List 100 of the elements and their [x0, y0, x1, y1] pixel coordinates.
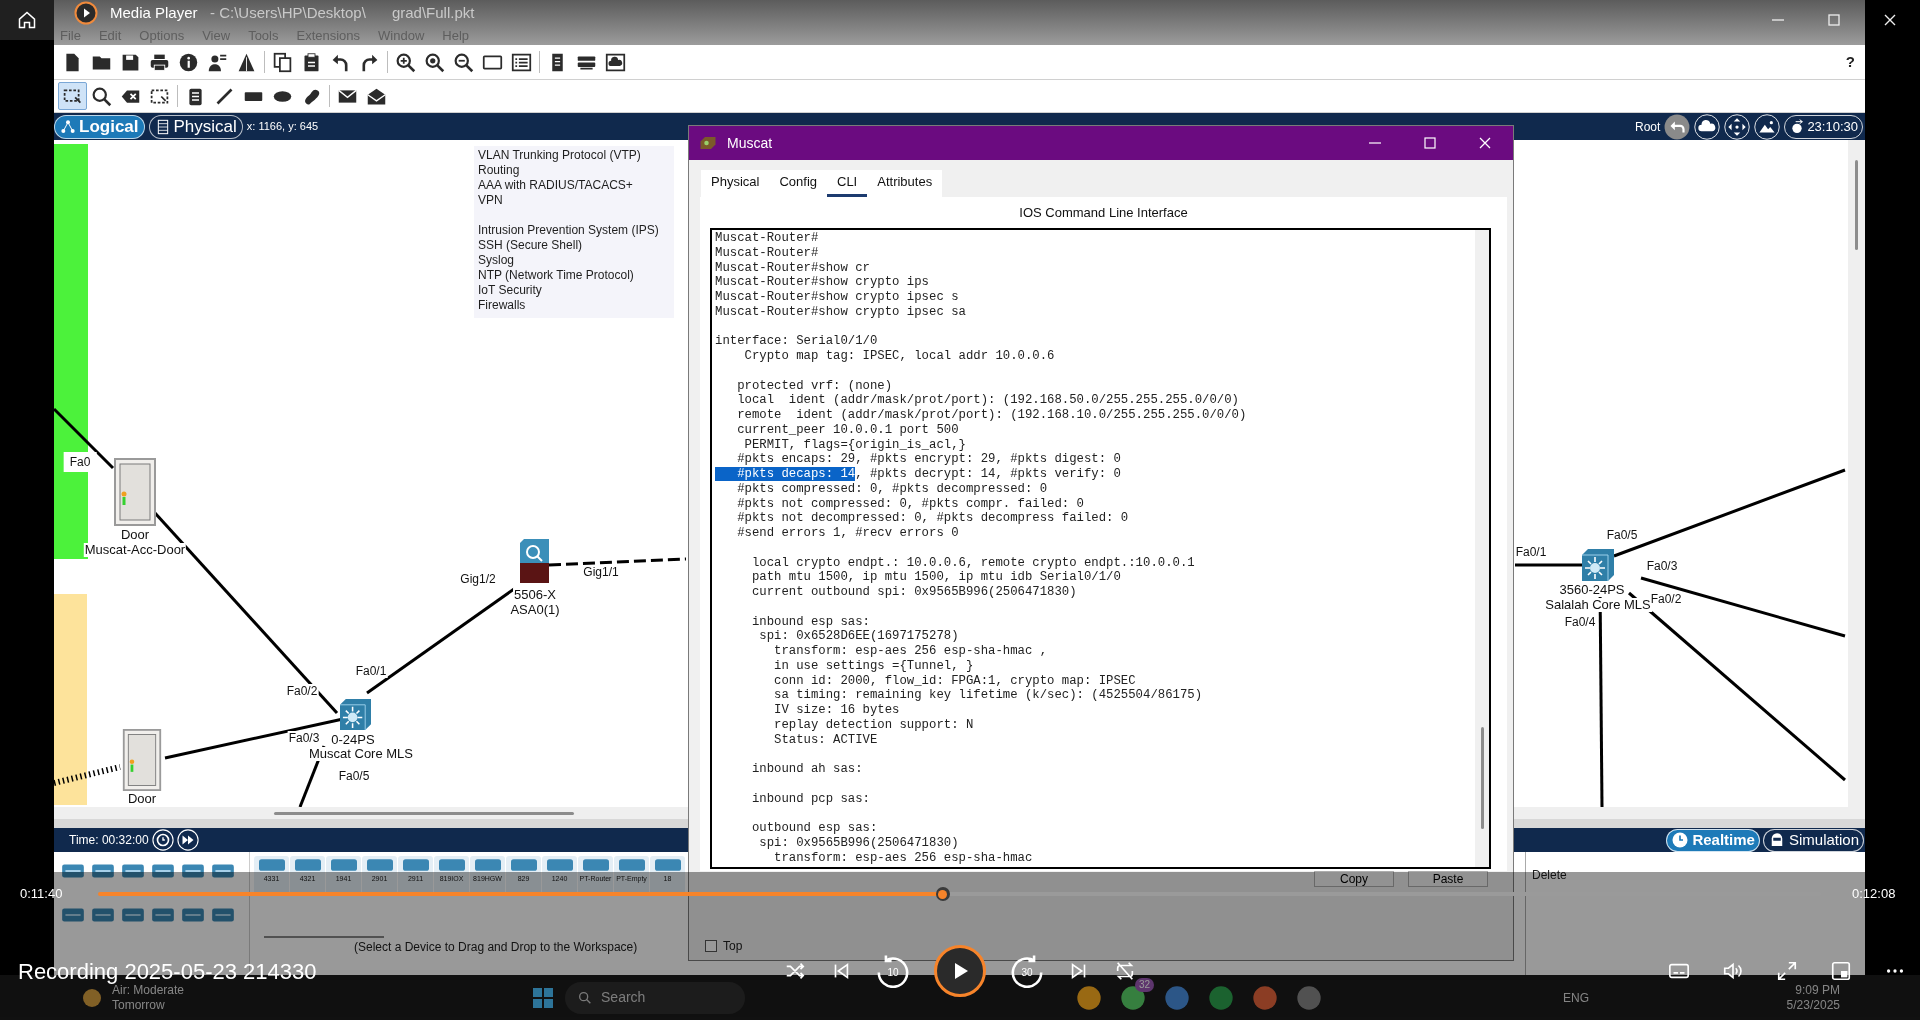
- console-line: transform: esp-aes 256 esp-sha-hmac: [773, 850, 1034, 866]
- scrollbar-thumb[interactable]: [1855, 160, 1858, 250]
- console-line: interface: Serial0/1/0: [715, 334, 879, 349]
- tab[interactable]: Physical: [701, 170, 770, 197]
- realtime-mode-button[interactable]: Realtime: [1666, 828, 1760, 852]
- globe-icon: [1789, 118, 1806, 135]
- weather-text: Air: Moderate: [112, 982, 185, 998]
- console-line: Muscat-Router#show crypto ipsec sa: [715, 304, 967, 320]
- note-text: Syslog: [478, 253, 516, 268]
- search-icon[interactable]: [91, 85, 112, 107]
- router-icon: [699, 134, 717, 152]
- console-text: #pkts decaps: 14: [715, 467, 856, 481]
- console-line: outbound esp sas:: [750, 821, 879, 836]
- port-label: Fa0/4: [1563, 615, 1597, 629]
- physical-tab[interactable]: Physical: [148, 114, 243, 139]
- repeat-off-icon[interactable]: [1114, 960, 1136, 982]
- console-line: Muscat-Router#: [715, 245, 820, 261]
- panel-heading: IOS Command Line Interface: [1018, 203, 1189, 222]
- firewall-icon[interactable]: [520, 539, 549, 583]
- simulation-mode-button[interactable]: Simulation: [1762, 828, 1864, 852]
- volume-icon[interactable]: [1722, 960, 1744, 982]
- app-name: Media Player: [110, 2, 198, 23]
- help-button[interactable]: ?: [1845, 50, 1855, 74]
- cloud-add-icon[interactable]: [1694, 113, 1721, 140]
- note-text: VLAN Trunking Protocol (VTP): [478, 148, 642, 163]
- app-title: grad\Full.pkt: [391, 2, 475, 23]
- move-icon[interactable]: [1724, 113, 1751, 140]
- note-text: SSH (Secure Shell): [478, 238, 584, 253]
- console-line: #pkts not decompressed: 0, #pkts decompress failed: 0: [736, 511, 1130, 526]
- list-icon[interactable]: [511, 51, 532, 73]
- taskbar-app-icon[interactable]: [1075, 983, 1104, 1012]
- select-tool-button[interactable]: [58, 82, 87, 110]
- console-line: replay detection support: N: [773, 717, 975, 733]
- port-label: Fa0: [63, 452, 97, 472]
- hint-text: (Select a Device to Drag and Drop to the Workspace): [354, 939, 639, 956]
- console-line: conn id: 2000, flow_id: FPGA:1, crypto map: IPSEC: [773, 673, 1137, 689]
- windows-logo-icon[interactable]: [531, 985, 556, 1010]
- console-line: current outbound spi: 0x9565B996(2506471830): [750, 585, 1078, 600]
- console-line: #send errors 1, #recv errors 0: [736, 526, 960, 541]
- zoom-out-icon[interactable]: [453, 51, 474, 73]
- note-text: VPN: [478, 193, 504, 208]
- port-label: Fa0/1: [1514, 545, 1548, 559]
- checkbox-label: Top: [723, 938, 743, 955]
- device-label: 3560-24PS: [1558, 583, 1626, 597]
- fullscreen-icon[interactable]: [1776, 960, 1798, 982]
- clock-icon: [1671, 831, 1690, 849]
- tab[interactable]: Attributes: [867, 170, 943, 197]
- note-text: IoT Security: [478, 283, 543, 298]
- checkbox[interactable]: [705, 940, 717, 952]
- clock-time[interactable]: 9:09 PM: [1795, 982, 1840, 998]
- router-icon: [366, 859, 393, 871]
- pyramid-icon[interactable]: [236, 51, 257, 73]
- search-field[interactable]: Search: [565, 981, 746, 1014]
- home-icon[interactable]: [17, 10, 37, 30]
- port-label: Fa0/2: [1649, 592, 1683, 606]
- network-icon: [60, 118, 76, 135]
- copy-paste-button[interactable]: Paste: [1408, 871, 1488, 887]
- play-logo-icon: [74, 1, 98, 25]
- port-label: Fa0/3: [287, 731, 321, 745]
- clock-date[interactable]: 5/23/2025: [1786, 997, 1840, 1013]
- miniplayer-icon[interactable]: [1830, 960, 1852, 982]
- console-line: Status: ACTIVE: [773, 732, 879, 748]
- switch-icon[interactable]: [340, 699, 371, 730]
- router-icon: [402, 859, 429, 871]
- router-icon: [438, 859, 465, 871]
- router-icon: [294, 859, 321, 871]
- port-label: Fa0/5: [1605, 528, 1639, 542]
- console-line: local ident (addr/mask/prot/port): (192.168.50.0/255.255.255.0/0/0): [736, 393, 1240, 408]
- zoom-in-icon[interactable]: [395, 51, 416, 73]
- switch-icon[interactable]: [1582, 549, 1614, 581]
- door-icon[interactable]: [120, 729, 164, 791]
- port-label: Fa0/5: [337, 769, 371, 783]
- logical-tab[interactable]: Logical: [54, 114, 145, 139]
- reset-clock-icon[interactable]: [151, 829, 174, 851]
- copy-paste-button[interactable]: Copy: [1314, 871, 1394, 887]
- scrollbar-thumb[interactable]: [274, 812, 574, 815]
- zoom-reset-icon[interactable]: [424, 51, 445, 73]
- device-label: Salalah Core MLS: [1544, 598, 1652, 612]
- info-icon[interactable]: [178, 51, 199, 73]
- port-label: Fa0/2: [285, 684, 319, 698]
- taskbar-app-icon[interactable]: [1207, 983, 1236, 1012]
- cloud-window-icon[interactable]: [605, 51, 626, 73]
- breadcrumb[interactable]: Root: [1635, 117, 1661, 136]
- console-line: in use settings ={Tunnel, }: [773, 658, 975, 674]
- tab[interactable]: Config: [769, 170, 827, 197]
- fast-forward-icon[interactable]: [176, 829, 199, 851]
- language-indicator[interactable]: ENG: [1563, 988, 1590, 1007]
- console-text: , #pkts decrypt: 14, #pkts verify: 0: [855, 467, 1121, 481]
- console-line: IV size: 16 bytes: [773, 703, 901, 718]
- copy-icon[interactable]: [272, 51, 293, 73]
- scrollbar-thumb[interactable]: [1480, 727, 1484, 829]
- device-label: ASA0(1): [509, 603, 561, 617]
- console-line: PERMIT, flags={origin_is_acl,}: [743, 437, 967, 453]
- taskbar-app-icon[interactable]: [1251, 983, 1280, 1012]
- port-label: Fa0/1: [354, 664, 388, 678]
- delete-option[interactable]: Delete: [1532, 868, 1567, 882]
- landscape-icon[interactable]: [1754, 113, 1781, 140]
- tab[interactable]: CLI: [827, 170, 868, 197]
- taskbar-app-icon[interactable]: [1163, 983, 1192, 1012]
- device-label: Muscat Core MLS: [308, 747, 414, 761]
